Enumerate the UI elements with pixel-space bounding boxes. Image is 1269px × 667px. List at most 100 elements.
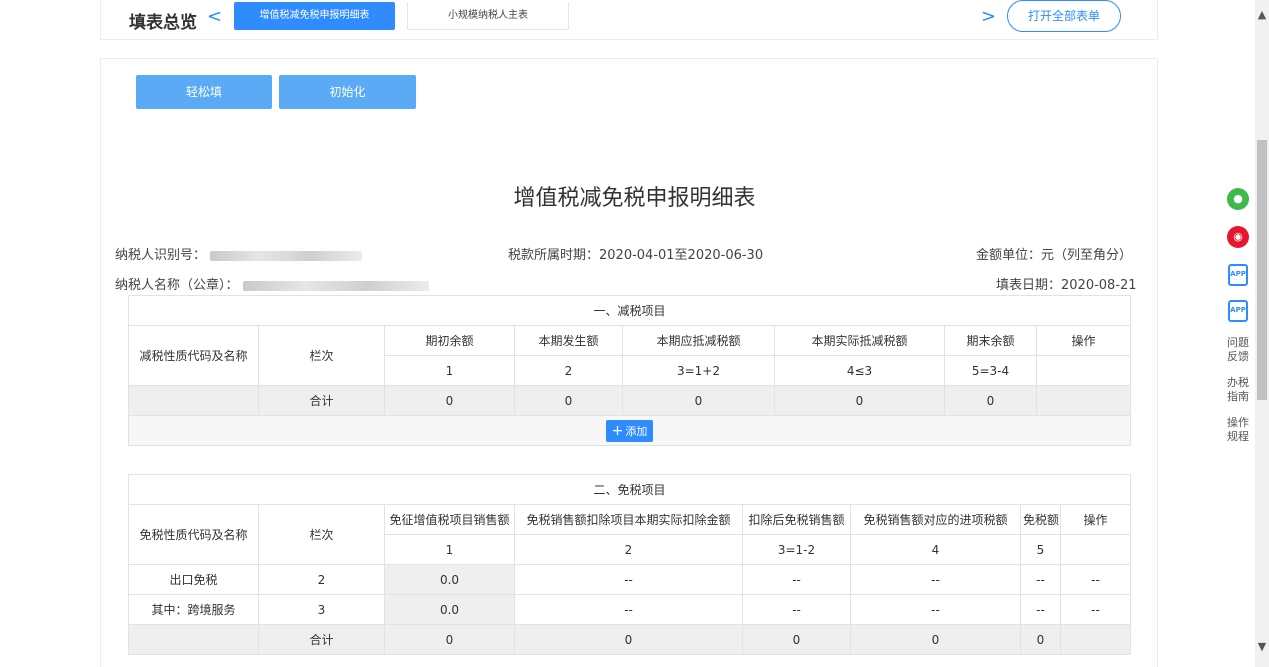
formula-cell: 4 bbox=[850, 534, 1021, 565]
column-header: 操作 bbox=[1059, 504, 1132, 535]
row-name: 出口免税 bbox=[128, 564, 259, 595]
column-header: 本期应抵减税额 bbox=[622, 325, 775, 356]
scroll-down-arrow-icon[interactable]: ▼ bbox=[1255, 640, 1269, 653]
total-cell bbox=[1035, 385, 1132, 416]
total-cell: 0 bbox=[514, 624, 743, 655]
table-cell: -- bbox=[742, 564, 851, 595]
tab-vat-exemption-detail[interactable]: 增值税减免税申报明细表 bbox=[234, 2, 395, 30]
total-cell: 0 bbox=[774, 385, 945, 416]
table-cell: -- bbox=[1020, 594, 1061, 625]
total-cell: 0 bbox=[384, 385, 515, 416]
total-row: 合计 0 0 0 0 0 bbox=[128, 385, 1132, 416]
add-reduction-item-button[interactable]: + 添加 bbox=[605, 419, 654, 442]
total-row: 合计 0 0 0 0 0 bbox=[128, 624, 1132, 655]
row-number: 2 bbox=[258, 564, 385, 595]
redacted-taxpayer-name bbox=[242, 280, 429, 291]
column-header: 操作 bbox=[1035, 325, 1132, 356]
total-cell: 0 bbox=[742, 624, 851, 655]
formula-cell: 4≤3 bbox=[774, 355, 945, 386]
overview-title: 填表总览 bbox=[129, 13, 197, 33]
section-title: 一、减税项目 bbox=[127, 295, 1132, 326]
formula-cell: 3=1-2 bbox=[742, 534, 851, 565]
table-row: 出口免税 2 0.0 -- -- -- -- -- bbox=[128, 564, 1132, 595]
feedback-link[interactable]: 问题反馈 bbox=[1222, 336, 1254, 364]
column-header: 本期发生额 bbox=[514, 325, 623, 356]
formula-cell: 2 bbox=[514, 355, 623, 386]
reduction-items-table: 一、减税项目 减税性质代码及名称 栏次 期初余额 本期发生额 本期应抵减税额 本… bbox=[127, 295, 1132, 446]
add-row-cell: + 添加 bbox=[127, 415, 1132, 446]
table-cell: -- bbox=[850, 564, 1021, 595]
scroll-up-arrow-icon[interactable]: ▲ bbox=[1255, 8, 1269, 21]
table-cell: -- bbox=[742, 594, 851, 625]
row-number: 3 bbox=[258, 594, 385, 625]
column-header: 免税销售额对应的进项税额 bbox=[850, 504, 1021, 535]
column-header: 免征增值税项目销售额 bbox=[384, 504, 515, 535]
formula-cell: 1 bbox=[384, 534, 515, 565]
column-header: 减税性质代码及名称 bbox=[128, 325, 259, 386]
chevron-left-icon[interactable]: < bbox=[207, 6, 222, 27]
total-cell: 0 bbox=[622, 385, 775, 416]
weibo-icon[interactable]: ◉ bbox=[1227, 226, 1249, 248]
column-header: 扣除后免税销售额 bbox=[742, 504, 851, 535]
table-cell: -- bbox=[1059, 594, 1132, 625]
fill-date: 填表日期：2020-08-21 bbox=[996, 278, 1137, 293]
total-cell: 0 bbox=[850, 624, 1021, 655]
add-label: 添加 bbox=[625, 424, 648, 438]
formula-cell: 3=1+2 bbox=[622, 355, 775, 386]
app-download-icon[interactable]: APP bbox=[1228, 264, 1248, 286]
chevron-right-icon[interactable]: > bbox=[981, 6, 996, 27]
tax-period: 税款所属时期：2020-04-01至2020-06-30 bbox=[508, 248, 764, 263]
column-header: 免税性质代码及名称 bbox=[128, 504, 259, 565]
total-label: 合计 bbox=[258, 624, 385, 655]
app-download-icon-2[interactable]: APP bbox=[1228, 300, 1248, 322]
table-cell: -- bbox=[1059, 564, 1132, 595]
row-name: 其中：跨境服务 bbox=[128, 594, 259, 625]
plus-icon: + bbox=[611, 422, 624, 439]
column-header: 免税销售额扣除项目本期实际扣除金额 bbox=[514, 504, 743, 535]
redacted-taxpayer-id bbox=[210, 250, 363, 261]
page: 填表总览 < 增值税减免税申报明细表 小规模纳税人主表 > 打开全部表单 轻松填… bbox=[0, 0, 1269, 667]
total-cell: 0 bbox=[514, 385, 623, 416]
column-header: 本期实际抵减税额 bbox=[774, 325, 945, 356]
formula-cell: 5 bbox=[1020, 534, 1061, 565]
operation-rules-link[interactable]: 操作规程 bbox=[1222, 416, 1254, 444]
column-header: 期末余额 bbox=[944, 325, 1037, 356]
tab-small-scale-main[interactable]: 小规模纳税人主表 bbox=[407, 2, 569, 30]
table-row: 其中：跨境服务 3 0.0 -- -- -- -- -- bbox=[128, 594, 1132, 625]
amount-unit: 金额单位：元（列至角分） bbox=[976, 248, 1133, 263]
form-title: 增值税减免税申报明细表 bbox=[513, 186, 756, 211]
easy-fill-button[interactable]: 轻松填 bbox=[136, 75, 272, 109]
taxpayer-id: 纳税人识别号： bbox=[115, 244, 363, 263]
table-cell: -- bbox=[1020, 564, 1061, 595]
total-cell: 0 bbox=[384, 624, 515, 655]
table-cell: -- bbox=[514, 564, 743, 595]
total-cell bbox=[128, 385, 259, 416]
taxpayer-name: 纳税人名称（公章）： bbox=[115, 274, 429, 293]
total-cell bbox=[1059, 624, 1132, 655]
formula-cell: 2 bbox=[514, 534, 743, 565]
column-header: 栏次 bbox=[258, 325, 385, 386]
total-label: 合计 bbox=[258, 385, 385, 416]
table-cell: -- bbox=[514, 594, 743, 625]
total-cell: 0 bbox=[1020, 624, 1061, 655]
total-cell bbox=[128, 624, 259, 655]
initialize-button[interactable]: 初始化 bbox=[279, 75, 416, 109]
open-all-forms-button[interactable]: 打开全部表单 bbox=[1007, 0, 1121, 32]
taxpayer-id-label: 纳税人识别号： bbox=[115, 248, 207, 263]
formula-cell: 5=3-4 bbox=[944, 355, 1037, 386]
scrollbar-thumb[interactable] bbox=[1257, 140, 1267, 400]
exemption-items-table: 二、免税项目 免税性质代码及名称 栏次 免征增值税项目销售额 免税销售额扣除项目… bbox=[127, 474, 1132, 655]
table-cell: -- bbox=[850, 594, 1021, 625]
wechat-icon[interactable]: ● bbox=[1227, 188, 1249, 210]
taxpayer-name-label: 纳税人名称（公章）： bbox=[115, 278, 239, 293]
sales-amount-input[interactable]: 0.0 bbox=[384, 594, 515, 625]
sales-amount-input[interactable]: 0.0 bbox=[384, 564, 515, 595]
column-header: 免税额 bbox=[1020, 504, 1061, 535]
section-title: 二、免税项目 bbox=[127, 474, 1132, 505]
formula-cell: 1 bbox=[384, 355, 515, 386]
side-toolbar: ● ◉ APP APP 问题反馈 办税指南 操作规程 bbox=[1222, 188, 1254, 456]
total-cell: 0 bbox=[944, 385, 1037, 416]
column-header: 栏次 bbox=[258, 504, 385, 565]
form-tabs-bar: 填表总览 < 增值税减免税申报明细表 小规模纳税人主表 > 打开全部表单 bbox=[100, 0, 1158, 40]
tax-guide-link[interactable]: 办税指南 bbox=[1222, 376, 1254, 404]
